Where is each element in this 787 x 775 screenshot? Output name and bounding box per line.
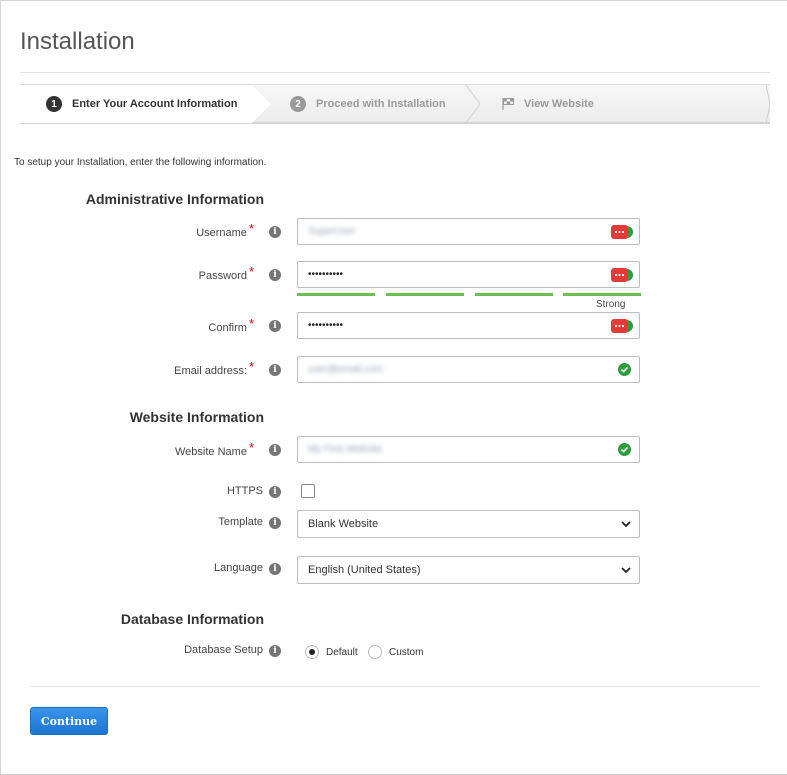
wizard-steps: 1 Enter Your Account Information 2 Proce… bbox=[20, 84, 771, 124]
username-field[interactable]: SuperUser bbox=[297, 218, 640, 245]
database-default-radio[interactable] bbox=[305, 645, 319, 659]
database-setup-label: Database Setup bbox=[184, 644, 263, 656]
wizard-step-view-website[interactable]: View Website bbox=[502, 85, 594, 123]
wizard-step-proceed[interactable]: 2 Proceed with Installation bbox=[290, 85, 446, 123]
chevron-down-icon bbox=[621, 521, 631, 528]
password-strength-segment bbox=[475, 293, 553, 296]
info-icon[interactable]: i bbox=[269, 517, 281, 529]
database-custom-label[interactable]: Custom bbox=[389, 647, 423, 658]
password-strength-label: Strong bbox=[596, 299, 626, 310]
section-database-title: Database Information bbox=[120, 611, 264, 627]
chevron-down-icon bbox=[621, 567, 631, 574]
password-manager-icon[interactable] bbox=[611, 225, 633, 239]
step-number: 2 bbox=[290, 96, 306, 112]
info-icon[interactable]: i bbox=[269, 444, 281, 456]
password-strength-segment bbox=[297, 293, 375, 296]
section-admin-title: Administrative Information bbox=[85, 191, 264, 207]
https-label: HTTPS bbox=[226, 485, 263, 497]
chevron-divider-icon bbox=[466, 85, 480, 123]
info-icon[interactable]: i bbox=[269, 320, 281, 332]
https-checkbox[interactable] bbox=[301, 484, 315, 498]
info-icon[interactable]: i bbox=[269, 269, 281, 281]
password-strength-segment bbox=[563, 293, 641, 296]
wizard-step-account-info[interactable]: 1 Enter Your Account Information bbox=[20, 85, 271, 123]
valid-check-icon bbox=[618, 443, 631, 456]
password-label: Password * bbox=[198, 264, 254, 282]
password-manager-icon[interactable] bbox=[611, 268, 633, 282]
step-label: View Website bbox=[524, 98, 594, 110]
email-field[interactable]: user@email.com bbox=[297, 356, 640, 383]
website-name-field[interactable]: My First Website bbox=[297, 436, 640, 463]
template-select[interactable]: Blank Website bbox=[297, 510, 640, 538]
chevron-divider-icon bbox=[766, 85, 771, 123]
username-label: Username * bbox=[196, 221, 254, 239]
flag-icon bbox=[502, 98, 514, 110]
password-strength-segment bbox=[386, 293, 464, 296]
footer-divider bbox=[30, 686, 760, 687]
info-icon[interactable]: i bbox=[269, 486, 281, 498]
required-marker: * bbox=[248, 440, 254, 455]
database-default-label[interactable]: Default bbox=[326, 647, 358, 658]
step-label: Enter Your Account Information bbox=[72, 98, 238, 110]
step-label: Proceed with Installation bbox=[316, 98, 446, 110]
required-marker: * bbox=[248, 359, 254, 374]
email-label: Email address: * bbox=[174, 359, 254, 377]
info-icon[interactable]: i bbox=[269, 645, 281, 657]
confirm-label: Confirm * bbox=[208, 316, 254, 334]
required-marker: * bbox=[248, 221, 254, 236]
valid-check-icon bbox=[618, 363, 631, 376]
database-custom-radio[interactable] bbox=[368, 645, 382, 659]
title-divider bbox=[20, 72, 770, 73]
language-select[interactable]: English (United States) bbox=[297, 556, 640, 584]
template-label: Template bbox=[218, 516, 263, 528]
required-marker: * bbox=[248, 264, 254, 279]
step-number: 1 bbox=[46, 96, 62, 112]
password-manager-icon[interactable] bbox=[611, 319, 633, 333]
info-icon[interactable]: i bbox=[269, 364, 281, 376]
required-marker: * bbox=[248, 316, 254, 331]
website-name-label: Website Name * bbox=[175, 440, 254, 458]
info-icon[interactable]: i bbox=[269, 226, 281, 238]
page-title: Installation bbox=[20, 28, 135, 55]
continue-button[interactable]: Continue bbox=[30, 707, 108, 735]
section-website-title: Website Information bbox=[129, 409, 264, 425]
info-icon[interactable]: i bbox=[269, 563, 281, 575]
language-label: Language bbox=[214, 562, 263, 574]
confirm-password-field[interactable]: •••••••••• bbox=[297, 312, 640, 339]
password-field[interactable]: •••••••••• bbox=[297, 261, 640, 288]
intro-text: To setup your Installation, enter the fo… bbox=[14, 157, 267, 168]
